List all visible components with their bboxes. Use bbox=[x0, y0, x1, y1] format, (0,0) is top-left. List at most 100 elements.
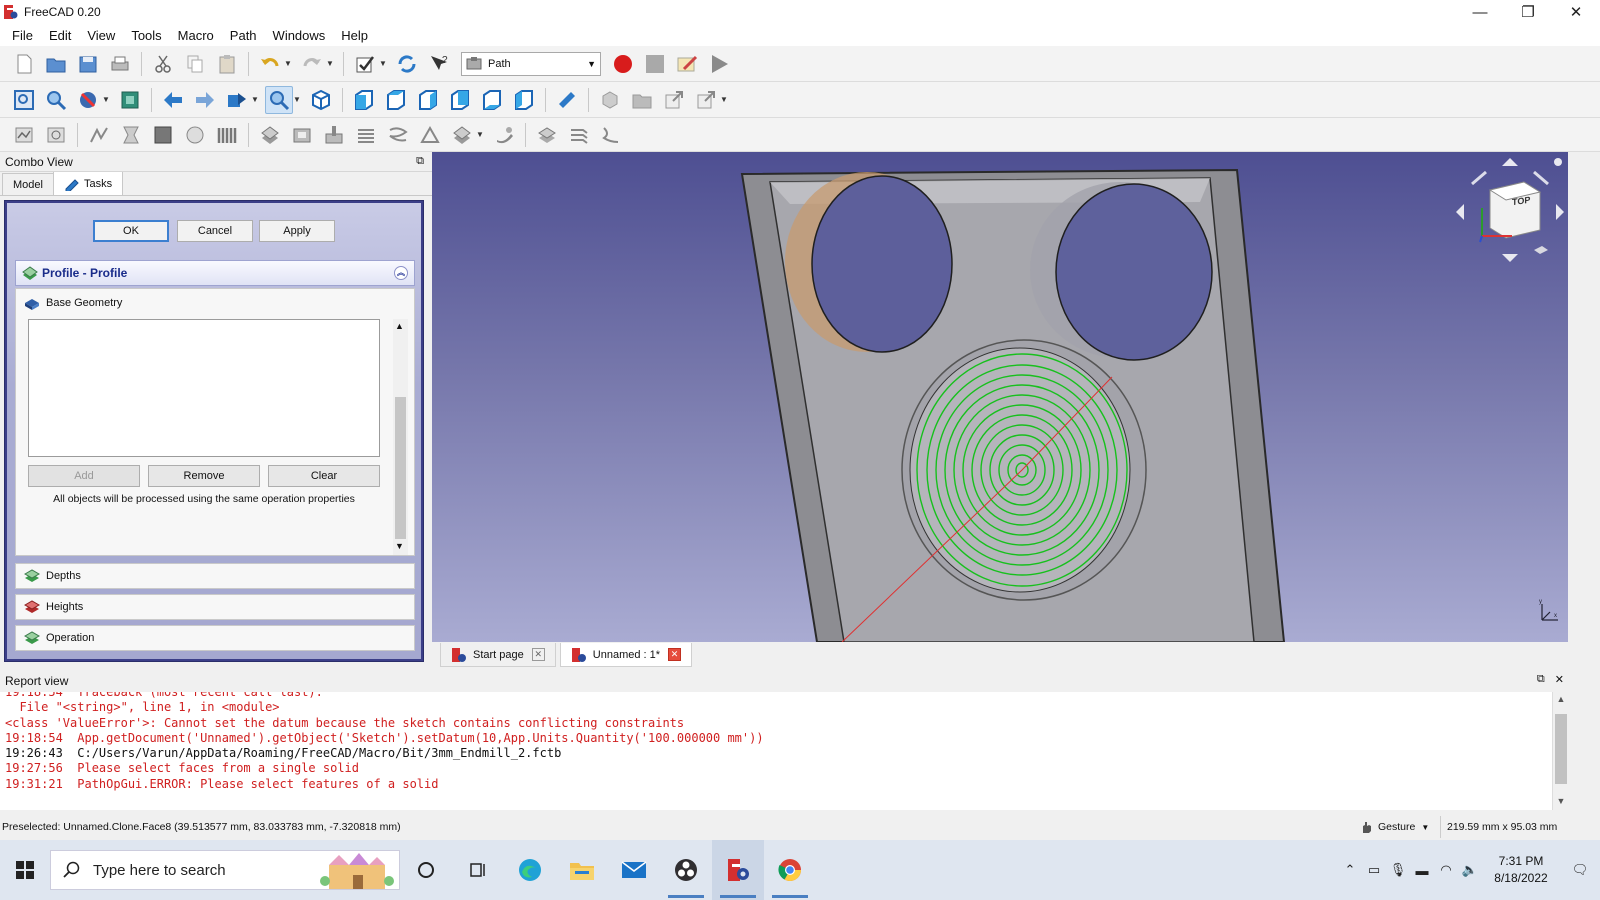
report-scrollbar[interactable]: ▲ ▼ bbox=[1552, 692, 1568, 810]
path-stock-icon[interactable] bbox=[149, 121, 177, 149]
path-drilling-icon[interactable] bbox=[320, 121, 348, 149]
path-tool-library-icon[interactable] bbox=[213, 121, 241, 149]
maximize-button[interactable]: ❐ bbox=[1504, 0, 1552, 24]
cut-icon[interactable] bbox=[149, 50, 177, 78]
scroll-up-icon[interactable]: ▲ bbox=[395, 321, 404, 331]
redo-icon[interactable] bbox=[298, 50, 326, 78]
path-inspect-icon[interactable] bbox=[85, 121, 113, 149]
depths-section[interactable]: Depths bbox=[15, 563, 415, 589]
base-geometry-header[interactable]: Base Geometry bbox=[16, 289, 414, 317]
file-explorer-app[interactable] bbox=[556, 840, 608, 900]
measure-icon[interactable] bbox=[553, 86, 581, 114]
recompute-icon[interactable] bbox=[393, 50, 421, 78]
chevron-up-icon[interactable]: ⌃ bbox=[1338, 862, 1362, 878]
open-folder-icon[interactable] bbox=[42, 50, 70, 78]
view-front-icon[interactable] bbox=[350, 86, 378, 114]
path-simulator-icon[interactable] bbox=[117, 121, 145, 149]
chrome-app[interactable] bbox=[764, 840, 816, 900]
tab-model[interactable]: Model bbox=[2, 173, 54, 195]
zoom-dropdown-icon[interactable]: ▼ bbox=[293, 95, 301, 104]
path-3d-surface-icon[interactable] bbox=[448, 121, 476, 149]
create-group-icon[interactable] bbox=[628, 86, 656, 114]
tab-unnamed[interactable]: Unnamed : 1* ✕ bbox=[559, 643, 693, 667]
taskbar-search[interactable]: Type here to search bbox=[50, 850, 400, 890]
close-button[interactable]: ✕ bbox=[1552, 0, 1600, 24]
float-panel-icon[interactable]: ⧉ bbox=[1537, 673, 1545, 686]
path-dressup-icon[interactable] bbox=[533, 121, 561, 149]
fit-all-icon[interactable] bbox=[10, 86, 38, 114]
sync-view-icon[interactable] bbox=[223, 86, 251, 114]
edit-macro-icon[interactable] bbox=[673, 50, 701, 78]
path-job-icon[interactable] bbox=[10, 121, 38, 149]
redo-dropdown-icon[interactable]: ▼ bbox=[326, 59, 334, 68]
draw-style-icon[interactable] bbox=[74, 86, 102, 114]
float-panel-icon[interactable]: ⧉ bbox=[416, 155, 424, 168]
paste-icon[interactable] bbox=[213, 50, 241, 78]
link-actions-icon[interactable] bbox=[692, 86, 720, 114]
ok-button[interactable]: OK bbox=[93, 220, 169, 242]
base-geometry-list[interactable] bbox=[28, 319, 380, 457]
menu-help[interactable]: Help bbox=[333, 28, 376, 43]
path-profile-icon[interactable] bbox=[256, 121, 284, 149]
navigation-cube[interactable]: TOP bbox=[1452, 154, 1568, 266]
path-helix-icon[interactable] bbox=[384, 121, 412, 149]
mail-app[interactable] bbox=[608, 840, 660, 900]
back-arrow-icon[interactable] bbox=[159, 86, 187, 114]
wifi-icon[interactable]: ◠ bbox=[1434, 862, 1458, 878]
operation-section[interactable]: Operation bbox=[15, 625, 415, 651]
remove-button[interactable]: Remove bbox=[148, 465, 260, 487]
surface-dropdown-icon[interactable]: ▼ bbox=[476, 130, 484, 139]
cancel-button[interactable]: Cancel bbox=[177, 220, 253, 242]
apply-button[interactable]: Apply bbox=[259, 220, 335, 242]
create-link-icon[interactable] bbox=[660, 86, 688, 114]
close-tab-icon[interactable]: ✕ bbox=[668, 648, 682, 661]
undo-dropdown-icon[interactable]: ▼ bbox=[284, 59, 292, 68]
view-top-icon[interactable] bbox=[382, 86, 410, 114]
close-tab-icon[interactable]: ✕ bbox=[531, 648, 545, 661]
scroll-down-icon[interactable]: ▼ bbox=[395, 541, 404, 551]
tab-start-page[interactable]: Start page ✕ bbox=[440, 643, 556, 667]
sync-view-dropdown-icon[interactable]: ▼ bbox=[251, 95, 259, 104]
scroll-thumb[interactable] bbox=[395, 397, 406, 539]
path-pocket-icon[interactable] bbox=[288, 121, 316, 149]
menu-windows[interactable]: Windows bbox=[265, 28, 334, 43]
path-array-icon[interactable] bbox=[565, 121, 593, 149]
obs-app[interactable] bbox=[660, 840, 712, 900]
record-macro-icon[interactable] bbox=[609, 50, 637, 78]
path-comment-icon[interactable] bbox=[597, 121, 625, 149]
forward-arrow-icon[interactable] bbox=[191, 86, 219, 114]
windows-start-button[interactable] bbox=[0, 840, 50, 900]
stop-macro-icon[interactable] bbox=[641, 50, 669, 78]
profile-group-header[interactable]: Profile - Profile ︽ bbox=[15, 260, 415, 286]
notification-icon[interactable]: 🗨 bbox=[1560, 862, 1600, 878]
path-engrave-icon[interactable] bbox=[416, 121, 444, 149]
add-button[interactable]: Add bbox=[28, 465, 140, 487]
view-right-icon[interactable] bbox=[414, 86, 442, 114]
scroll-up-icon[interactable]: ▲ bbox=[1553, 694, 1569, 704]
link-dropdown-icon[interactable]: ▼ bbox=[720, 95, 728, 104]
view-iso-cube-icon[interactable] bbox=[307, 86, 335, 114]
bounding-box-icon[interactable] bbox=[116, 86, 144, 114]
base-geometry-scrollbar[interactable]: ▲ ▼ bbox=[393, 319, 408, 555]
draw-style-dropdown-icon[interactable]: ▼ bbox=[102, 95, 110, 104]
menu-view[interactable]: View bbox=[79, 28, 123, 43]
path-face-icon[interactable] bbox=[352, 121, 380, 149]
run-macro-icon[interactable] bbox=[705, 50, 733, 78]
report-log[interactable]: 19:18:54 Traceback (most recent call las… bbox=[0, 692, 1552, 810]
fit-selection-icon[interactable] bbox=[42, 86, 70, 114]
workbench-selector[interactable]: Path ▼ bbox=[461, 51, 601, 76]
menu-tools[interactable]: Tools bbox=[123, 28, 169, 43]
scroll-thumb[interactable] bbox=[1555, 714, 1567, 784]
microphone-icon[interactable]: 🎙 bbox=[1386, 862, 1410, 878]
navigation-style-button[interactable]: Gesture ▼ bbox=[1360, 816, 1440, 838]
isometric-view-icon[interactable] bbox=[265, 85, 293, 114]
view-bottom-icon[interactable] bbox=[478, 86, 506, 114]
menu-path[interactable]: Path bbox=[222, 28, 265, 43]
menu-edit[interactable]: Edit bbox=[41, 28, 79, 43]
path-tool-bit-icon[interactable] bbox=[181, 121, 209, 149]
create-part-icon[interactable] bbox=[596, 86, 624, 114]
menu-macro[interactable]: Macro bbox=[170, 28, 222, 43]
heights-section[interactable]: Heights bbox=[15, 594, 415, 620]
path-post-process-icon[interactable] bbox=[42, 121, 70, 149]
taskbar-clock[interactable]: 7:31 PM 8/18/2022 bbox=[1482, 853, 1560, 887]
